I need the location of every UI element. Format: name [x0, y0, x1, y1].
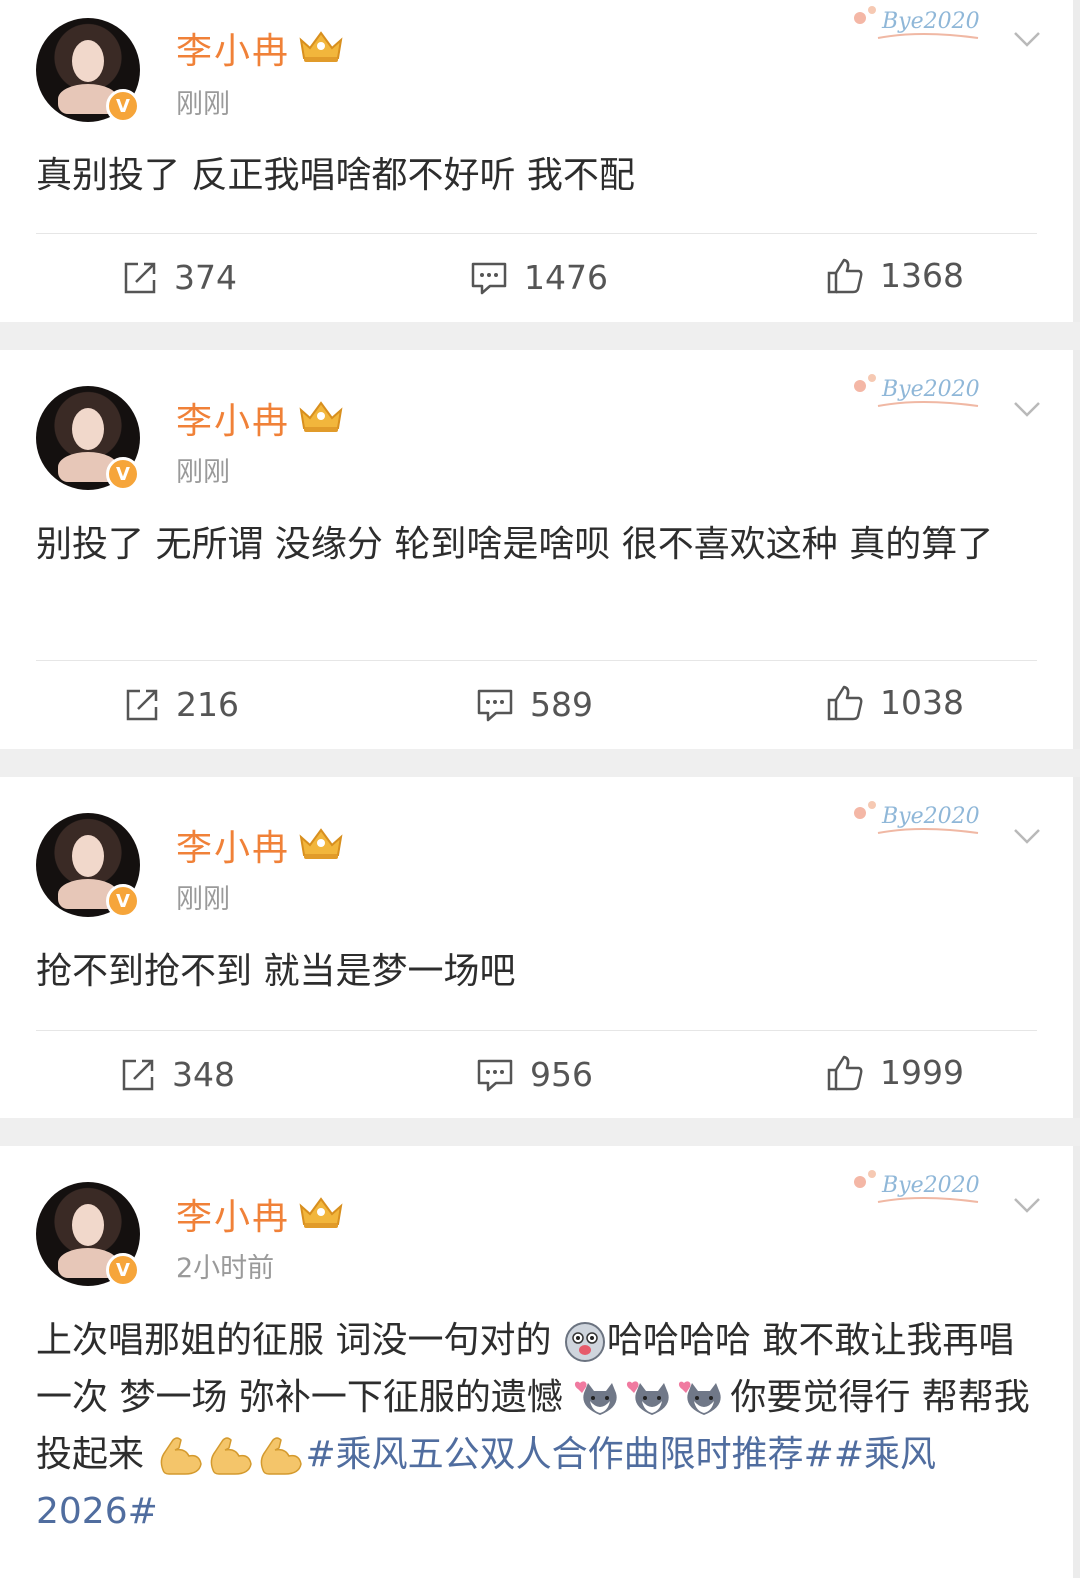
author-name[interactable]: 李小冉 — [176, 1188, 290, 1240]
crown-icon — [299, 1197, 343, 1228]
weibo-feed: V 李小冉 刚刚 Bye2020 真别投了 反正我唱啥都不好听 我不配 374 … — [0, 0, 1080, 1578]
repost-button[interactable]: 348 — [120, 1055, 235, 1094]
svg-text:Bye2020: Bye2020 — [881, 1173, 980, 1198]
comment-button[interactable]: 1476 — [470, 258, 608, 297]
repost-count: 374 — [174, 258, 237, 297]
post-card: V 李小冉 刚刚 Bye2020 抢不到抢不到 就当是梦一场吧 348 956 — [0, 777, 1080, 1118]
post-text: 上次唱那姐的征服 词没一句对的 哈哈哈哈 敢不敢让我再唱一次 梦一场 弥补一下征… — [36, 1312, 1037, 1540]
chevron-down-icon[interactable] — [1012, 394, 1042, 424]
author-name[interactable]: 李小冉 — [176, 22, 290, 74]
comment-icon — [471, 262, 507, 294]
like-button[interactable]: 1038 — [826, 683, 964, 722]
post-text: 真别投了 反正我唱啥都不好听 我不配 — [36, 155, 635, 196]
post-card: V 李小冉 刚刚 Bye2020 别投了 无所谓 没缘分 轮到啥是啥呗 很不喜欢… — [0, 350, 1080, 749]
thumbs-up-icon — [827, 1055, 863, 1090]
like-count: 1038 — [880, 683, 964, 722]
comment-icon — [477, 689, 513, 721]
svg-text:Bye2020: Bye2020 — [881, 9, 980, 34]
cat-heart-emoji-icon — [575, 1381, 618, 1415]
bye2020-sticker: Bye2020 — [854, 801, 980, 834]
chevron-down-icon[interactable] — [1012, 1190, 1042, 1220]
comment-count: 1476 — [524, 258, 608, 297]
chevron-down-icon[interactable] — [1012, 24, 1042, 54]
crown-icon — [299, 401, 343, 432]
like-count: 1999 — [880, 1053, 964, 1092]
comment-count: 589 — [530, 685, 593, 724]
divider — [36, 660, 1037, 661]
post-card: V 李小冉 刚刚 Bye2020 真别投了 反正我唱啥都不好听 我不配 374 … — [0, 0, 1080, 322]
cat-heart-emoji-icon — [627, 1381, 670, 1415]
verified-badge-icon: V — [106, 884, 140, 918]
muscle-emoji-icon — [161, 1437, 203, 1475]
repost-button[interactable]: 374 — [122, 258, 237, 297]
bye2020-sticker: Bye2020 — [854, 1170, 980, 1203]
bye2020-sticker: Bye2020 — [854, 6, 980, 39]
svg-text:Bye2020: Bye2020 — [881, 804, 980, 829]
thumbs-up-icon — [827, 258, 863, 293]
husky-emoji-icon — [564, 1322, 605, 1362]
repost-icon — [122, 1059, 154, 1090]
divider — [36, 233, 1037, 234]
post-time: 2小时前 — [176, 1253, 275, 1284]
verified-badge-icon: V — [106, 89, 140, 123]
author-name[interactable]: 李小冉 — [176, 392, 290, 444]
chevron-down-icon[interactable] — [1012, 821, 1042, 851]
comment-icon — [477, 1059, 513, 1091]
post-text: 别投了 无所谓 没缘分 轮到啥是啥呗 很不喜欢这种 真的算了 — [36, 524, 994, 565]
post-text: 抢不到抢不到 就当是梦一场吧 — [36, 951, 516, 992]
divider — [36, 1030, 1037, 1031]
comment-button[interactable]: 956 — [476, 1055, 593, 1094]
muscle-emoji-icon — [211, 1437, 253, 1475]
verified-badge-icon: V — [106, 1253, 140, 1287]
bye2020-sticker: Bye2020 — [854, 374, 980, 407]
hashtag-link[interactable]: #乘风五公双人合作曲限时推荐# — [305, 1434, 833, 1475]
verified-badge-icon: V — [106, 457, 140, 491]
post-time: 刚刚 — [176, 457, 230, 488]
comment-count: 956 — [530, 1055, 593, 1094]
post-time: 刚刚 — [176, 89, 230, 120]
like-button[interactable]: 1999 — [826, 1053, 964, 1092]
crown-icon — [299, 31, 343, 62]
repost-icon — [124, 262, 156, 293]
post-card: V 李小冉 2小时前 Bye2020 上次唱那姐的征服 词没一句对的 哈哈哈哈 … — [0, 1146, 1080, 1578]
repost-icon — [126, 689, 158, 720]
muscle-emoji-icon — [261, 1437, 303, 1475]
cat-heart-emoji-icon — [679, 1381, 722, 1415]
comment-button[interactable]: 589 — [476, 685, 593, 724]
svg-text:Bye2020: Bye2020 — [881, 377, 980, 402]
repost-count: 216 — [176, 685, 239, 724]
like-button[interactable]: 1368 — [826, 256, 964, 295]
post-text-part: 上次唱那姐的征服 词没一句对的 — [36, 1320, 552, 1361]
repost-count: 348 — [172, 1055, 235, 1094]
author-name[interactable]: 李小冉 — [176, 819, 290, 871]
repost-button[interactable]: 216 — [124, 685, 239, 724]
crown-icon — [299, 828, 343, 859]
like-count: 1368 — [880, 256, 964, 295]
post-time: 刚刚 — [176, 884, 230, 915]
thumbs-up-icon — [827, 685, 863, 720]
